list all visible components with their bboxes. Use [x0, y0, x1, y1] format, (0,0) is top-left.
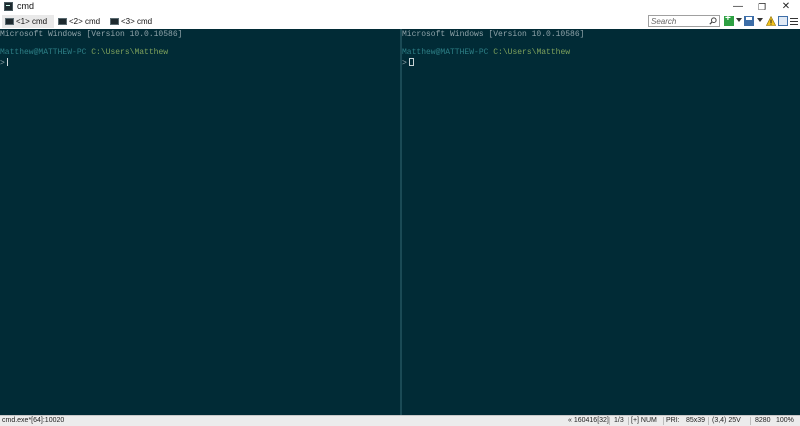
console-pane-left[interactable]: Microsoft Windows [Version 10.0.10586] M…: [0, 29, 400, 415]
status-divider: [663, 417, 664, 425]
status-priority[interactable]: PRI:: [666, 416, 680, 426]
user-host: Matthew@MATTHEW-PC: [402, 48, 489, 57]
status-zoom[interactable]: 100%: [776, 416, 794, 426]
prompt-line[interactable]: >: [402, 58, 414, 69]
status-position[interactable]: « 160416[32]: [568, 416, 609, 426]
minimize-button[interactable]: —: [726, 0, 750, 14]
prompt-header: Matthew@MATTHEW-PC C:\Users\Matthew: [0, 48, 168, 58]
tab-label: <3> cmd: [121, 17, 153, 26]
prompt-line[interactable]: >: [0, 58, 8, 69]
close-button[interactable]: ✕: [774, 0, 798, 14]
status-divider: [628, 417, 629, 425]
text-cursor: [408, 58, 414, 66]
prompt-symbol: >: [402, 59, 407, 68]
prompt-header: Matthew@MATTHEW-PC C:\Users\Matthew: [402, 48, 570, 58]
current-path: C:\Users\Matthew: [91, 48, 169, 57]
search-box[interactable]: [648, 15, 720, 27]
text-cursor: [6, 58, 8, 66]
new-console-icon[interactable]: [724, 13, 734, 26]
dropdown-arrow-icon[interactable]: [757, 18, 763, 22]
search-icon[interactable]: [709, 17, 717, 25]
status-divider: [708, 417, 709, 425]
console-app-icon: [4, 2, 13, 11]
status-divider: [750, 417, 751, 425]
status-divider: [609, 417, 610, 425]
menu-icon[interactable]: [790, 16, 798, 26]
tab-label: <1> cmd: [16, 17, 48, 26]
status-cursor[interactable]: (3,4) 25V: [712, 416, 741, 426]
prompt-symbol: >: [0, 59, 5, 68]
status-console-index[interactable]: 1/3: [614, 416, 624, 426]
tab-console-2[interactable]: <2> cmd: [55, 15, 107, 28]
tab-console-3[interactable]: <3> cmd: [107, 15, 158, 28]
dropdown-arrow-icon[interactable]: [736, 18, 742, 22]
status-bar: cmd.exe*[64]:10020 « 160416[32] 1/3 [+] …: [0, 415, 800, 426]
panels-icon[interactable]: [778, 16, 788, 26]
warning-icon[interactable]: [766, 16, 776, 26]
tab-label: <2> cmd: [69, 17, 101, 26]
current-path: C:\Users\Matthew: [493, 48, 571, 57]
status-size[interactable]: 85x39: [686, 416, 705, 426]
maximize-button[interactable]: ❐: [750, 0, 774, 14]
window-title: cmd: [17, 1, 35, 11]
user-host: Matthew@MATTHEW-PC: [0, 48, 87, 57]
console-icon: [58, 18, 67, 25]
version-banner: Microsoft Windows [Version 10.0.10586]: [0, 30, 183, 39]
status-pid[interactable]: 8280: [755, 416, 771, 426]
title-bar: cmd — ❐ ✕: [0, 0, 800, 14]
version-banner: Microsoft Windows [Version 10.0.10586]: [402, 30, 585, 39]
search-input[interactable]: [651, 16, 709, 26]
tab-console-1[interactable]: <1> cmd: [2, 15, 54, 28]
status-mode[interactable]: [+] NUM: [631, 416, 657, 426]
save-icon[interactable]: [744, 16, 754, 26]
console-icon: [5, 18, 14, 25]
status-process[interactable]: cmd.exe*[64]:10020: [2, 416, 64, 426]
console-pane-right[interactable]: Microsoft Windows [Version 10.0.10586] M…: [402, 29, 800, 415]
console-icon: [110, 18, 119, 25]
